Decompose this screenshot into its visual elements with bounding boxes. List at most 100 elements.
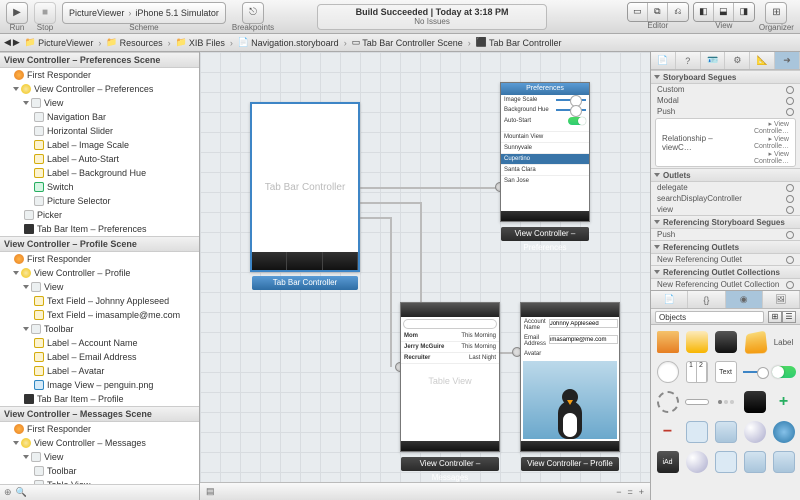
view-segment[interactable]: ◧⬓◨ [693, 2, 755, 22]
outline-toggle-icon[interactable]: ▤ [206, 486, 215, 497]
jump-item[interactable]: 📁 Resources [103, 37, 165, 48]
lib-sphere[interactable] [684, 449, 709, 475]
zoom-in-icon[interactable]: + [639, 487, 644, 497]
jump-item[interactable]: 📁 XIB Files [173, 37, 228, 48]
outline-row[interactable]: Horizontal Slider [0, 124, 199, 138]
run-button[interactable]: ▶ [6, 2, 28, 24]
outline-row[interactable]: Toolbar [0, 464, 199, 478]
outlet-port[interactable] [786, 195, 794, 203]
editor-mode-segment[interactable]: ▭⧉⎌ [627, 2, 689, 22]
outline-row[interactable]: Text Field – Johnny Appleseed [0, 294, 199, 308]
outline-row[interactable]: Navigation Bar [0, 110, 199, 124]
lib-spinner[interactable] [655, 389, 680, 415]
outlet-port[interactable] [786, 231, 794, 239]
disclosure-icon[interactable] [23, 455, 29, 459]
lib-progress[interactable] [684, 389, 709, 415]
stage-profile[interactable]: Account Name Email Address Avatar View C… [520, 302, 620, 452]
lib-table-controller[interactable] [684, 329, 709, 355]
outlet-port[interactable] [786, 184, 794, 192]
jump-item[interactable]: ▭ Tab Bar Controller Scene [349, 37, 466, 48]
filter-icon[interactable]: ⊕ [4, 487, 12, 498]
outline-row[interactable]: View Controller – Preferences [0, 82, 199, 96]
outline-row[interactable]: View Controller – Messages [0, 436, 199, 450]
outline-section-header[interactable]: View Controller – Preferences Scene [0, 52, 199, 68]
outline-row[interactable]: Label – Auto-Start [0, 152, 199, 166]
scheme-selector[interactable]: PictureViewer › iPhone 5.1 Simulator [62, 2, 226, 24]
outline-row[interactable]: Switch [0, 180, 199, 194]
outline-row[interactable]: View [0, 280, 199, 294]
section-ref-collections[interactable]: Referencing Outlet Collections [651, 265, 800, 279]
stop-button[interactable]: ■ [34, 2, 56, 24]
lib-page-control[interactable] [713, 389, 738, 415]
outline-row[interactable]: Tab Bar Item – Profile [0, 392, 199, 406]
outlet-port[interactable] [786, 108, 794, 116]
inspector-tabs[interactable]: 📄?🪪⚙📐➜ [651, 52, 800, 70]
outline-row[interactable]: View Controller – Profile [0, 266, 199, 280]
disclosure-icon[interactable] [13, 441, 19, 445]
library-tabs[interactable]: 📄{}◉🖼 [651, 291, 800, 309]
outline-filter-bar[interactable]: ⊕ 🔍 [0, 484, 199, 500]
outline-row[interactable]: Picture Selector [0, 194, 199, 208]
search-bar[interactable] [403, 319, 497, 329]
outline-row[interactable]: Label – Avatar [0, 364, 199, 378]
account-name-field[interactable] [549, 319, 618, 328]
lib-stepper[interactable] [742, 389, 767, 415]
disclosure-icon[interactable] [13, 271, 19, 275]
outlet-port[interactable] [786, 281, 794, 289]
lib-add-icon[interactable]: + [771, 389, 796, 415]
storyboard-canvas[interactable]: Tab Bar Controller Tab Bar Controller Pr… [200, 52, 650, 482]
outline-row[interactable]: Label – Email Address [0, 350, 199, 364]
zoom-actual-icon[interactable]: = [627, 487, 632, 497]
jump-bar[interactable]: ◀ ▶ 📁 PictureViewer› 📁 Resources› 📁 XIB … [0, 34, 800, 52]
jump-item[interactable]: ⬛ Tab Bar Controller [473, 37, 565, 48]
lib-square[interactable] [713, 449, 738, 475]
outline-row[interactable]: View [0, 450, 199, 464]
disclosure-icon[interactable] [23, 327, 29, 331]
section-ref-outlets[interactable]: Referencing Outlets [651, 240, 800, 254]
outline-row[interactable]: Picker [0, 208, 199, 222]
outline-row[interactable]: First Responder [0, 252, 199, 266]
lib-slider[interactable] [742, 359, 767, 385]
section-segues[interactable]: Storyboard Segues [651, 70, 800, 84]
section-ref-segues[interactable]: Referencing Storyboard Segues [651, 215, 800, 229]
breakpoints-button[interactable]: ⎋ [242, 2, 264, 24]
lib-iad[interactable]: iAd [655, 449, 680, 475]
outline-row[interactable]: Label – Account Name [0, 336, 199, 350]
stage-messages[interactable]: MomThis Morning Jerry McGuireThis Mornin… [400, 302, 500, 452]
lib-label[interactable]: Label [771, 329, 796, 355]
outline-section-header[interactable]: View Controller – Profile Scene [0, 236, 199, 252]
back-icon[interactable]: ◀ [4, 37, 11, 48]
stage-preferences[interactable]: Preferences Image Scale Background Hue A… [500, 82, 590, 222]
outlet-port[interactable] [786, 86, 794, 94]
lib-round-button[interactable] [655, 359, 680, 385]
library-filter-dropdown[interactable]: Objects [655, 311, 764, 323]
outline-row[interactable]: View [0, 96, 199, 110]
zoom-out-icon[interactable]: − [616, 487, 621, 497]
outlet-port[interactable] [786, 256, 794, 264]
email-field[interactable] [549, 335, 618, 344]
outlet-port[interactable] [786, 206, 794, 214]
outline-row[interactable]: Label – Image Scale [0, 138, 199, 152]
outline-row[interactable]: Label – Background Hue [0, 166, 199, 180]
lib-textfield[interactable]: Text [713, 359, 738, 385]
outline-row[interactable]: Text Field – imasample@me.com [0, 308, 199, 322]
jump-item[interactable]: 📁 PictureViewer [22, 37, 97, 48]
lib-pan3[interactable] [771, 449, 796, 475]
outline-row[interactable]: Tab Bar Item – Preferences [0, 222, 199, 236]
switch[interactable] [568, 117, 586, 125]
forward-icon[interactable]: ▶ [13, 37, 20, 48]
lib-pan[interactable] [713, 419, 738, 445]
jump-item[interactable]: 📄 Navigation.storyboard [235, 37, 342, 48]
lib-pan2[interactable] [742, 449, 767, 475]
lib-view-blue[interactable] [684, 419, 709, 445]
lib-object-cube[interactable] [742, 329, 767, 355]
disclosure-icon[interactable] [23, 101, 29, 105]
outline-row[interactable]: First Responder [0, 422, 199, 436]
outline-row[interactable]: Toolbar [0, 322, 199, 336]
outline-section-header[interactable]: View Controller – Messages Scene [0, 406, 199, 422]
lib-remove-icon[interactable]: − [655, 419, 680, 445]
section-outlets[interactable]: Outlets [651, 168, 800, 182]
lib-segmented[interactable]: 12 [684, 359, 709, 385]
library-view-segment[interactable]: ⊞☰ [768, 311, 796, 323]
outline-row[interactable]: Image View – penguin.png [0, 378, 199, 392]
